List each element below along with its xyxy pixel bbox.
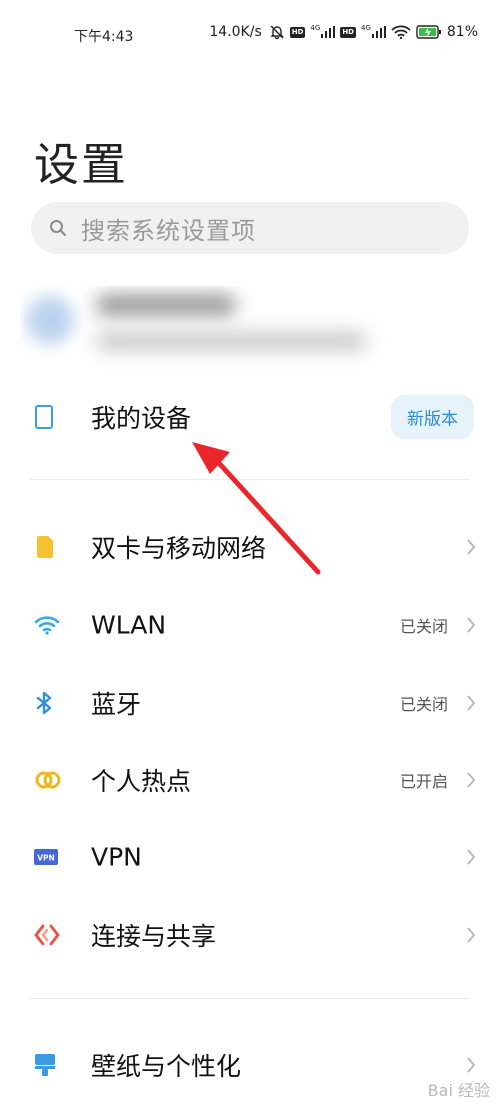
battery-percent: 81%	[446, 24, 478, 40]
wallpaper-icon	[34, 1052, 56, 1078]
page-title: 设置	[34, 138, 129, 191]
account-card[interactable]	[20, 286, 490, 376]
network-type-2: 4G	[360, 24, 371, 32]
signal-icon-2	[371, 26, 386, 38]
connection-sharing-label: 连接与共享	[91, 922, 217, 951]
vpn-label: VPN	[91, 842, 142, 872]
chevron-right-icon	[466, 538, 476, 556]
phone-outline-icon	[34, 404, 54, 430]
status-time: 下午4:43	[74, 29, 134, 45]
wifi-icon	[34, 615, 60, 635]
bluetooth-label: 蓝牙	[91, 690, 142, 719]
chevron-right-icon	[466, 694, 476, 712]
hotspot-label: 个人热点	[91, 767, 192, 796]
my-device-label: 我的设备	[91, 404, 192, 433]
hd-icon-2: HD	[340, 26, 356, 38]
wallpaper-personalization-row[interactable]: 壁纸与个性化	[0, 1030, 500, 1100]
chevron-right-icon	[466, 616, 476, 634]
vpn-icon: VPN	[34, 849, 58, 865]
wifi-status-icon	[391, 25, 411, 39]
new-version-badge[interactable]: 新版本	[391, 394, 474, 440]
divider	[30, 998, 470, 999]
bluetooth-icon	[34, 690, 54, 716]
chevron-right-icon	[466, 1056, 476, 1074]
battery-icon	[416, 25, 442, 39]
bluetooth-row[interactable]: 蓝牙 已关闭	[0, 668, 500, 738]
bluetooth-status: 已关闭	[399, 695, 448, 714]
account-detail-blurred	[96, 332, 366, 350]
chevron-right-icon	[466, 926, 476, 944]
divider	[30, 479, 470, 480]
watermark: Bai 经验	[427, 1081, 490, 1100]
hotspot-status: 已开启	[399, 772, 448, 791]
my-device-row[interactable]: 我的设备 新版本	[0, 382, 500, 452]
status-bar: 下午4:43 14.0K/s HD 4G HD 4G 81%	[0, 0, 500, 70]
vpn-row[interactable]: VPN VPN	[0, 822, 500, 892]
wallpaper-personalization-label: 壁纸与个性化	[91, 1052, 242, 1081]
status-icons: 14.0K/s HD 4G HD 4G 81%	[209, 24, 478, 40]
account-name-blurred	[96, 294, 236, 316]
connection-sharing-row[interactable]: 连接与共享	[0, 900, 500, 970]
net-speed: 14.0K/s	[209, 24, 262, 40]
network-type: 4G	[310, 24, 321, 32]
sim-mobile-network-label: 双卡与移动网络	[91, 534, 267, 563]
chevron-right-icon	[466, 848, 476, 866]
chevron-right-icon	[466, 771, 476, 789]
wlan-row[interactable]: WLAN 已关闭	[0, 590, 500, 660]
mute-icon	[269, 24, 285, 40]
share-icon	[34, 923, 60, 947]
search-input[interactable]: 搜索系统设置项	[31, 202, 469, 254]
sim-mobile-network-row[interactable]: 双卡与移动网络	[0, 512, 500, 582]
avatar	[26, 296, 74, 344]
hotspot-row[interactable]: 个人热点 已开启	[0, 745, 500, 815]
svg-text:VPN: VPN	[37, 854, 55, 863]
search-placeholder: 搜索系统设置项	[81, 216, 256, 245]
signal-icon	[321, 26, 336, 38]
hd-icon: HD	[289, 26, 306, 38]
wlan-status: 已关闭	[399, 617, 448, 636]
search-icon	[49, 219, 67, 237]
sim-card-icon	[34, 534, 56, 560]
wlan-label: WLAN	[91, 610, 167, 640]
hotspot-icon	[34, 769, 62, 791]
